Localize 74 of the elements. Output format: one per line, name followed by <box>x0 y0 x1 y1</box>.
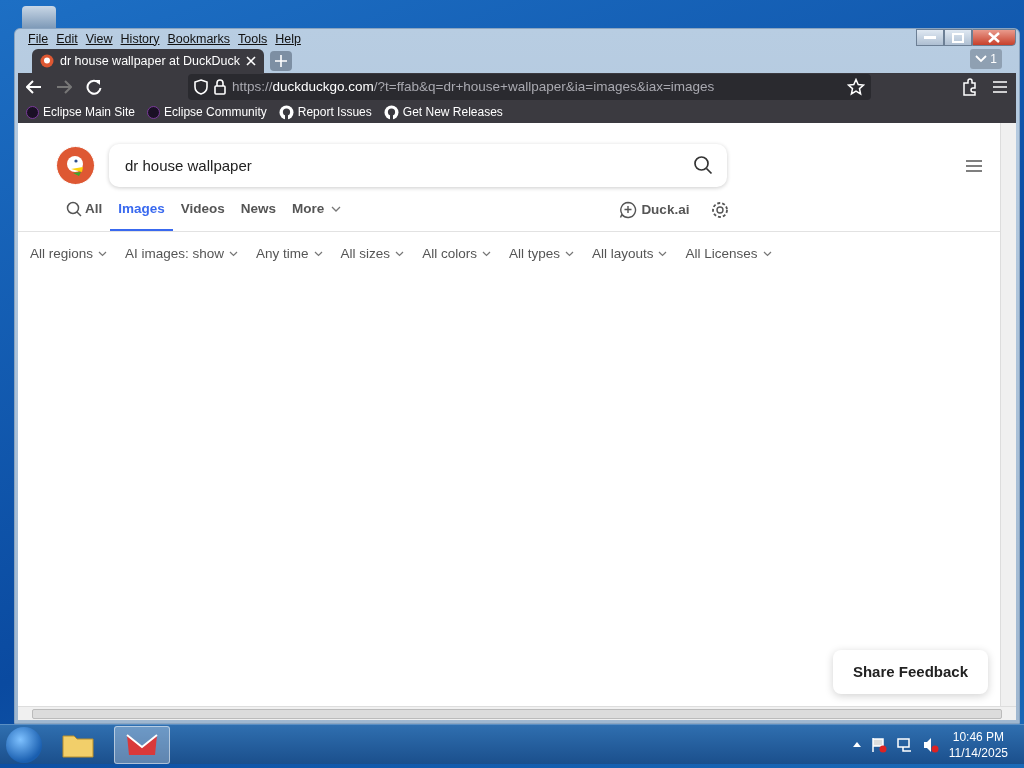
search-tab[interactable]: All <box>58 189 111 231</box>
chevron-down-icon <box>975 55 988 63</box>
filter-dropdown[interactable]: All types <box>508 244 574 265</box>
url-text: https://duckduckgo.com/?t=ffab&q=dr+house+wallpaper&ia=images&iax=images <box>232 77 716 96</box>
new-tab-button[interactable] <box>270 51 292 71</box>
close-icon[interactable] <box>246 56 256 66</box>
filter-dropdown[interactable]: All colors <box>422 244 491 265</box>
menu-item[interactable]: Tools <box>234 29 272 49</box>
clock[interactable]: 10:46 PM 11/14/2025 <box>948 728 1008 761</box>
filter-dropdown[interactable]: All regions <box>30 244 108 265</box>
tab-title: dr house wallpaper at DuckDuck <box>60 52 240 70</box>
menu-item[interactable]: Help <box>271 29 305 49</box>
duck-ai-link[interactable]: Duck.ai <box>619 189 690 231</box>
chevron-down-icon <box>564 251 574 258</box>
reload-icon[interactable] <box>86 79 102 95</box>
settings-icon[interactable] <box>711 201 730 219</box>
menu-item[interactable]: View <box>81 29 117 49</box>
minimize-button[interactable] <box>916 29 944 46</box>
flag-icon[interactable] <box>870 736 887 753</box>
search-field[interactable]: dr house wallpaper <box>109 144 727 187</box>
dark-circle-icon <box>26 105 39 119</box>
chevron-down-icon <box>229 251 239 258</box>
bookmark[interactable]: Get New Releases <box>383 103 503 121</box>
menu-item[interactable]: File <box>24 29 53 49</box>
back-icon[interactable] <box>26 80 42 94</box>
bookmark[interactable]: Eclipse Main Site <box>26 103 136 121</box>
search-tab[interactable]: Videos <box>172 189 233 231</box>
search-tab[interactable]: Images <box>110 189 173 231</box>
close-button[interactable] <box>972 29 1016 46</box>
forward-icon[interactable] <box>56 80 72 94</box>
filter-dropdown[interactable]: AI images: show <box>125 244 239 265</box>
chevron-down-icon <box>481 251 491 258</box>
chevron-down-icon <box>98 251 108 258</box>
address-bar[interactable]: https://duckduckgo.com/?t=ffab&q=dr+house+wallpaper&ia=images&iax=images <box>188 74 871 100</box>
start-button[interactable] <box>6 726 42 763</box>
filter-dropdown[interactable]: Any time <box>256 244 323 265</box>
menu-item[interactable]: Bookmarks <box>163 29 234 49</box>
horizontal-scrollbar[interactable] <box>18 706 1016 720</box>
browser-tab[interactable]: dr house wallpaper at DuckDuck <box>32 49 264 73</box>
chevron-down-icon <box>313 251 323 258</box>
chat-plus-icon <box>619 201 638 219</box>
search-tab[interactable]: News <box>232 189 285 231</box>
bookmark[interactable]: Eclipse Community <box>147 103 267 121</box>
menu-item[interactable]: Edit <box>52 29 82 49</box>
menu-icon[interactable] <box>966 159 982 172</box>
chevron-down-icon <box>762 251 772 258</box>
dark-circle-icon <box>147 105 161 119</box>
puzzle-piece-icon[interactable] <box>962 78 978 96</box>
minimize-icon <box>924 35 936 40</box>
shield-icon[interactable] <box>194 79 208 95</box>
close-icon <box>988 32 1000 43</box>
chevron-down-icon <box>395 251 405 258</box>
maximize-icon <box>952 32 964 43</box>
speaker-muted-icon[interactable] <box>922 736 939 753</box>
maximize-button[interactable] <box>944 29 972 46</box>
menu-item[interactable]: History <box>116 29 164 49</box>
plus-icon[interactable] <box>275 55 287 67</box>
bookmark[interactable]: Report Issues <box>278 103 372 121</box>
duck-logo-icon <box>40 54 54 68</box>
filter-dropdown[interactable]: All layouts <box>591 244 668 265</box>
star-icon[interactable] <box>847 78 865 96</box>
duck-logo-icon[interactable] <box>55 145 96 186</box>
filter-dropdown[interactable]: All sizes <box>340 244 405 265</box>
search-icon <box>66 201 82 217</box>
vertical-scrollbar[interactable] <box>1000 123 1016 706</box>
search-icon[interactable] <box>693 155 713 175</box>
chevron-down-icon <box>331 206 342 212</box>
lock-icon[interactable] <box>214 79 226 95</box>
share-feedback-button[interactable]: Share Feedback <box>832 649 988 694</box>
caret-up-icon[interactable] <box>852 742 861 747</box>
search-tab[interactable]: More <box>284 189 350 231</box>
filter-dropdown[interactable]: All Licenses <box>685 244 772 265</box>
network-icon[interactable] <box>896 736 913 753</box>
chevron-down-icon <box>658 251 668 258</box>
